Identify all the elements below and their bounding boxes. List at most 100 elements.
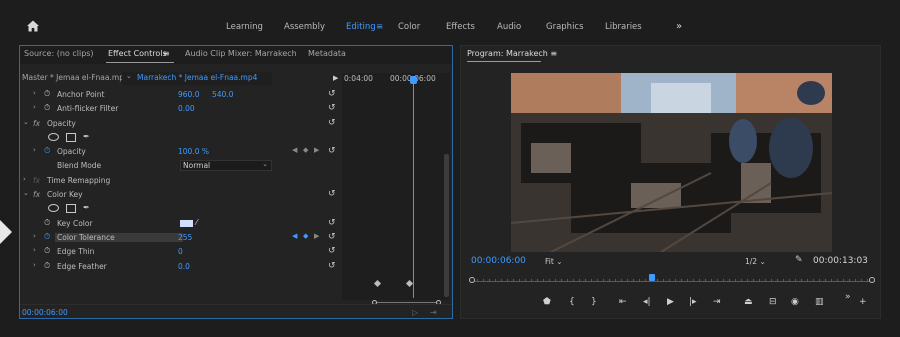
double-chevron-right-icon[interactable]: » [845, 292, 851, 302]
anchor-y-value[interactable]: 540.0 [212, 90, 233, 99]
stopwatch-icon[interactable]: ⏱ [44, 232, 50, 242]
disclosure-triangle-icon[interactable]: › [33, 246, 36, 254]
wrench-icon[interactable]: ✎ [795, 255, 803, 265]
extract-icon[interactable]: ⊟ [769, 297, 777, 307]
anchor-x-value[interactable]: 960.0 [178, 90, 199, 99]
prev-keyframe-icon[interactable]: ◀ [292, 146, 297, 154]
workspace-color[interactable]: Color [398, 22, 420, 32]
reset-icon[interactable]: ↺ [328, 118, 336, 128]
stopwatch-icon[interactable]: ⏱ [44, 261, 50, 271]
vertical-scrollbar[interactable] [444, 154, 449, 297]
rectangle-mask-icon[interactable] [66, 204, 76, 214]
go-to-in-icon[interactable]: ⇤ [619, 297, 627, 307]
reset-icon[interactable]: ↺ [328, 232, 336, 242]
add-keyframe-icon[interactable]: ◆ [303, 146, 308, 154]
reset-icon[interactable]: ↺ [328, 218, 336, 228]
comparison-view-icon[interactable]: ▥ [815, 297, 824, 307]
disclosure-triangle-icon[interactable]: ⌄ [23, 118, 29, 126]
rectangle-mask-icon[interactable] [66, 132, 76, 142]
add-keyframe-icon[interactable]: ◆ [303, 232, 308, 240]
program-video-frame[interactable] [511, 73, 832, 252]
home-icon[interactable] [26, 19, 40, 33]
ellipse-mask-icon[interactable] [48, 204, 59, 213]
ellipse-mask-icon[interactable] [48, 132, 59, 141]
effect-timeline[interactable]: 0:04:00 00:00:06:00 [342, 73, 450, 305]
marker-icon[interactable]: ⬟ [543, 297, 551, 307]
workspace-effects[interactable]: Effects [446, 22, 475, 32]
monitor-playhead-handle[interactable] [649, 274, 655, 281]
prev-keyframe-icon[interactable]: ◀ [292, 232, 297, 240]
fx-badge[interactable]: fx [33, 176, 40, 185]
play-icon[interactable]: ▶ [667, 297, 674, 307]
next-keyframe-icon[interactable]: ▶ [314, 146, 319, 154]
playhead-timecode[interactable]: 00:00:06:00 [471, 256, 526, 266]
edge-thin-value[interactable]: 0 [178, 247, 183, 256]
tab-source[interactable]: Source: (no clips) [24, 49, 94, 58]
pen-mask-icon[interactable]: ✒ [83, 132, 90, 141]
filter-play-icon[interactable]: ▷ [412, 308, 418, 317]
step-forward-icon[interactable]: |▸ [689, 297, 697, 307]
export-icon[interactable]: ⇥ [430, 308, 437, 317]
workspace-assembly[interactable]: Assembly [284, 22, 325, 32]
anti-flicker-value[interactable]: 0.00 [178, 104, 195, 113]
opacity-value[interactable]: 100.0 % [178, 147, 209, 156]
disclosure-triangle-icon[interactable]: › [33, 103, 36, 111]
resolution-dropdown[interactable]: 1/2 ⌄ [745, 257, 785, 268]
workspace-graphics[interactable]: Graphics [546, 22, 584, 32]
tab-menu-icon[interactable]: ≡ [163, 49, 170, 58]
reset-icon[interactable]: ↺ [328, 261, 336, 271]
tab-metadata[interactable]: Metadata [308, 49, 346, 58]
fx-badge[interactable]: fx [33, 190, 40, 199]
monitor-time-ruler[interactable] [469, 272, 875, 286]
effect-section-label: Opacity [47, 118, 76, 128]
edge-feather-value[interactable]: 0.0 [178, 262, 190, 271]
stopwatch-icon[interactable]: ⏱ [44, 146, 50, 156]
disclosure-triangle-icon[interactable]: › [23, 175, 26, 183]
workspace-editing[interactable]: Editing [346, 22, 376, 32]
master-clip-label[interactable]: Master * Jemaa el-Fnaa.mp4 [22, 73, 129, 82]
fx-badge[interactable]: fx [33, 119, 40, 128]
stopwatch-icon[interactable]: ⏱ [44, 246, 50, 256]
program-monitor-title[interactable]: Program: Marrakech ≡ [467, 49, 557, 58]
disclosure-triangle-icon[interactable]: › [33, 261, 36, 269]
pen-mask-icon[interactable]: ✒ [83, 203, 90, 212]
play-only-icon[interactable]: ▶ [333, 74, 338, 82]
clip-dropdown[interactable]: ⌄ Marrakech * Jemaa el-Fnaa.mp4 [122, 72, 272, 85]
mark-out-icon[interactable]: } [591, 297, 597, 307]
export-frame-icon[interactable]: ◉ [791, 297, 799, 307]
blend-mode-dropdown[interactable]: Normal ⌄ [180, 160, 272, 172]
reset-icon[interactable]: ↺ [328, 246, 336, 256]
disclosure-triangle-icon[interactable]: › [33, 89, 36, 97]
color-tolerance-value[interactable]: 255 [178, 233, 192, 242]
stopwatch-icon[interactable]: ⏱ [44, 89, 50, 99]
mark-in-icon[interactable]: { [569, 297, 575, 307]
tab-audio-clip-mixer[interactable]: Audio Clip Mixer: Marrakech [185, 49, 297, 58]
keyframe[interactable] [405, 279, 414, 288]
workspace-libraries[interactable]: Libraries [605, 22, 642, 32]
add-button-icon[interactable]: + [859, 297, 867, 307]
stopwatch-icon[interactable]: ⏱ [44, 218, 50, 228]
go-to-out-icon[interactable]: ⇥ [713, 297, 721, 307]
workspace-learning[interactable]: Learning [226, 22, 263, 32]
disclosure-triangle-icon[interactable]: ⌄ [23, 189, 29, 197]
stopwatch-icon[interactable]: ⏱ [44, 103, 50, 113]
eyedropper-icon[interactable]: ⁄ [196, 218, 197, 227]
reset-icon[interactable]: ↺ [328, 103, 336, 113]
workspace-menu-icon[interactable]: ≡ [376, 22, 383, 32]
step-back-icon[interactable]: ◂| [643, 297, 651, 307]
disclosure-triangle-icon[interactable]: › [33, 232, 36, 240]
lift-icon[interactable]: ⏏ [744, 297, 753, 307]
double-chevron-right-icon[interactable]: » [676, 21, 682, 32]
disclosure-triangle-icon[interactable]: › [33, 146, 36, 154]
tab-effect-controls[interactable]: Effect Controls [108, 49, 167, 58]
key-color-swatch[interactable] [180, 219, 193, 227]
workspace-audio[interactable]: Audio [497, 22, 521, 32]
next-keyframe-icon[interactable]: ▶ [314, 232, 319, 240]
zoom-fit-dropdown[interactable]: Fit ⌄ [543, 257, 585, 268]
keyframe[interactable] [373, 279, 382, 288]
reset-icon[interactable]: ↺ [328, 89, 336, 99]
current-time-display[interactable]: 00:00:06:00 [22, 308, 68, 317]
reset-icon[interactable]: ↺ [328, 146, 336, 156]
reset-icon[interactable]: ↺ [328, 189, 336, 199]
panel-menu-icon[interactable]: ≡ [550, 49, 557, 58]
